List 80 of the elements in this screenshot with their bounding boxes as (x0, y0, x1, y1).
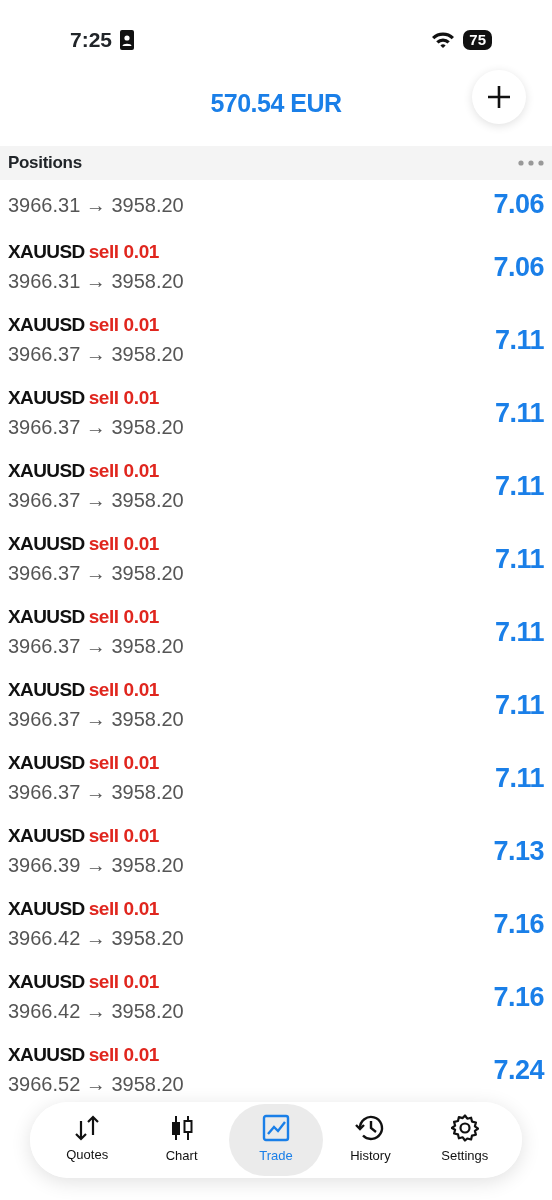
order-side: sell 0.01 (88, 677, 159, 702)
profit-value: 7.16 (493, 980, 544, 1014)
section-title: Positions (8, 152, 82, 175)
symbol-label: XAUUSD (8, 896, 85, 921)
position-row[interactable]: XAUUSD sell 0.01 3966.37 → 3958.20 7.11 (0, 451, 552, 517)
more-icon[interactable] (518, 160, 544, 166)
price-range: 3966.39 → 3958.20 (8, 853, 184, 879)
order-side: sell 0.01 (88, 385, 159, 410)
profit-value: 7.06 (493, 188, 544, 221)
symbol-label: XAUUSD (8, 604, 85, 629)
order-side: sell 0.01 (88, 750, 159, 775)
tab-button[interactable]: Quotes (40, 1104, 135, 1176)
profit-value: 7.24 (493, 1053, 544, 1087)
price-range: 3966.37 → 3958.20 (8, 707, 184, 733)
line-chart-icon (262, 1114, 290, 1143)
order-side: sell 0.01 (88, 531, 159, 556)
account-balance: 570.54 EUR (210, 88, 342, 120)
candlestick-icon (169, 1114, 194, 1143)
symbol-label: XAUUSD (8, 458, 85, 483)
position-row[interactable]: XAUUSD sell 0.01 3966.31 → 3958.20 7.06 (0, 232, 552, 298)
position-row[interactable]: XAUUSD sell 0.01 3966.42 → 3958.20 7.16 (0, 889, 552, 955)
position-row[interactable]: XAUUSD sell 0.01 3966.37 → 3958.20 7.11 (0, 597, 552, 663)
profit-value: 7.06 (493, 250, 544, 284)
position-row[interactable]: 3966.31 → 3958.20 7.06 (0, 180, 552, 225)
symbol-label: XAUUSD (8, 385, 85, 410)
position-row[interactable]: XAUUSD sell 0.01 3966.37 → 3958.20 7.11 (0, 305, 552, 371)
price-range: 3966.37 → 3958.20 (8, 780, 184, 806)
order-side: sell 0.01 (88, 1042, 159, 1067)
id-card-icon (120, 30, 135, 50)
price-range: 3966.37 → 3958.20 (8, 415, 184, 441)
symbol-label: XAUUSD (8, 823, 85, 848)
position-row[interactable]: XAUUSD sell 0.01 3966.37 → 3958.20 7.11 (0, 670, 552, 736)
price-range: 3966.31 → 3958.20 (8, 269, 184, 295)
symbol-label: XAUUSD (8, 750, 85, 775)
order-side: sell 0.01 (88, 896, 159, 921)
symbol-label: XAUUSD (8, 239, 85, 264)
price-range: 3966.42 → 3958.20 (8, 926, 184, 952)
symbol-label: XAUUSD (8, 312, 85, 337)
clock-time: 7:25 (70, 27, 113, 54)
profit-value: 7.11 (494, 761, 544, 795)
position-row[interactable]: XAUUSD sell 0.01 3966.37 → 3958.20 7.11 (0, 378, 552, 444)
settings-icon (450, 1114, 479, 1143)
plus-icon (486, 84, 512, 110)
profit-value: 7.11 (494, 615, 544, 649)
history-icon (355, 1114, 386, 1143)
position-row[interactable]: XAUUSD sell 0.01 3966.52 → 3958.20 7.24 (0, 1035, 552, 1101)
price-range: 3966.37 → 3958.20 (8, 488, 184, 514)
profit-value: 7.13 (493, 834, 544, 868)
symbol-label: XAUUSD (8, 1042, 85, 1067)
price-range: 3966.42 → 3958.20 (8, 999, 184, 1025)
order-side: sell 0.01 (88, 823, 159, 848)
price-range: 3966.37 → 3958.20 (8, 634, 184, 660)
symbol-label: XAUUSD (8, 531, 85, 556)
tab-button[interactable]: Chart (134, 1104, 229, 1176)
order-side: sell 0.01 (88, 312, 159, 337)
price-range: 3966.31 → 3958.20 (8, 192, 184, 218)
add-button[interactable] (472, 70, 526, 124)
symbol-label: XAUUSD (8, 969, 85, 994)
profit-value: 7.11 (494, 323, 544, 357)
order-side: sell 0.01 (88, 604, 159, 629)
tab-button[interactable]: Settings (417, 1104, 513, 1176)
battery-level: 75 (463, 30, 492, 50)
profit-value: 7.11 (494, 688, 544, 722)
symbol-label: XAUUSD (8, 677, 85, 702)
profit-value: 7.11 (494, 469, 544, 503)
order-side: sell 0.01 (88, 239, 159, 264)
position-row[interactable]: XAUUSD sell 0.01 3966.37 → 3958.20 7.11 (0, 524, 552, 590)
profit-value: 7.11 (494, 396, 544, 430)
profit-value: 7.16 (493, 907, 544, 941)
order-side: sell 0.01 (88, 458, 159, 483)
tab-button[interactable]: History (323, 1104, 418, 1176)
wifi-icon (431, 31, 456, 49)
price-range: 3966.52 → 3958.20 (8, 1072, 184, 1098)
price-range: 3966.37 → 3958.20 (8, 561, 184, 587)
position-row[interactable]: XAUUSD sell 0.01 3966.42 → 3958.20 7.16 (0, 962, 552, 1028)
price-range: 3966.37 → 3958.20 (8, 342, 184, 368)
profit-value: 7.11 (494, 542, 544, 576)
position-row[interactable]: XAUUSD sell 0.01 3966.39 → 3958.20 7.13 (0, 816, 552, 882)
position-row[interactable]: XAUUSD sell 0.01 3966.37 → 3958.20 7.11 (0, 743, 552, 809)
order-side: sell 0.01 (88, 969, 159, 994)
